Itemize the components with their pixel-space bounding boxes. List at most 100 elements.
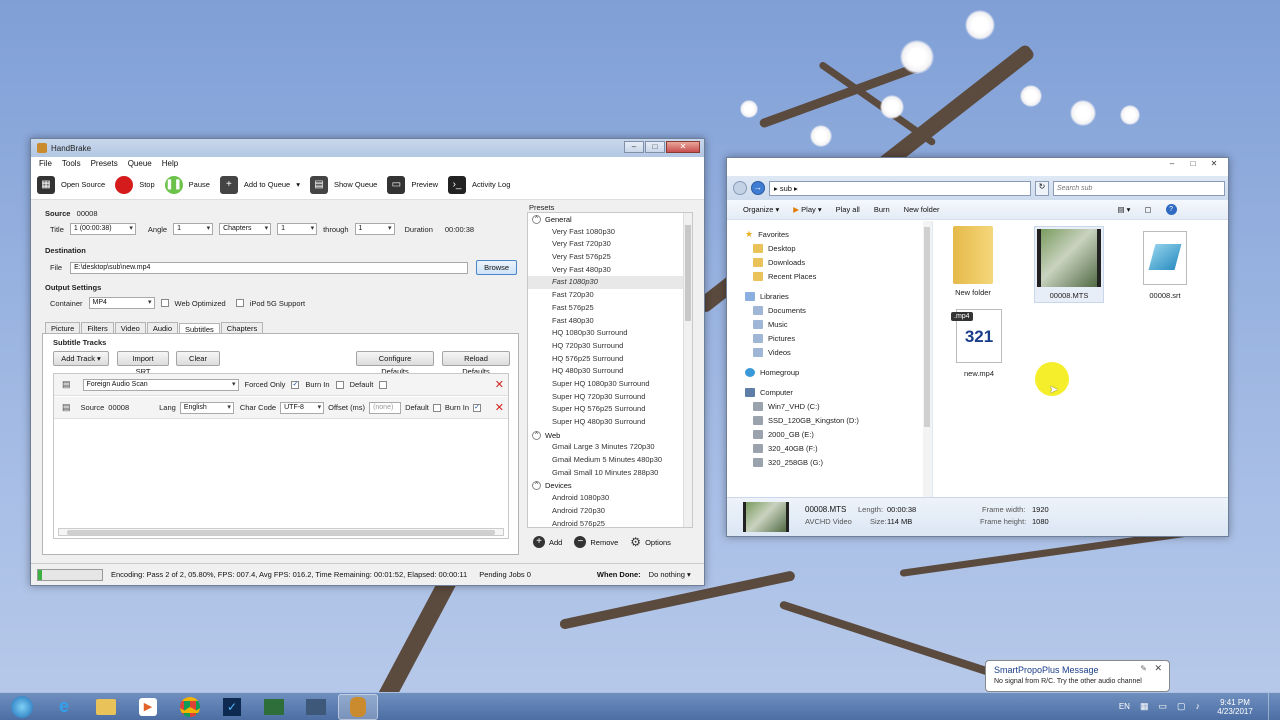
preset-item[interactable]: Fast 720p30	[528, 289, 692, 302]
preset-item[interactable]: Very Fast 480p30	[528, 264, 692, 277]
file-item[interactable]: New folder	[942, 226, 1004, 297]
default-checkbox[interactable]	[379, 380, 388, 389]
clock[interactable]: 9:41 PM 4/23/2017	[1210, 698, 1260, 716]
char-code-select[interactable]: UTF-8	[280, 401, 325, 414]
offset-input[interactable]: (none)	[369, 401, 402, 414]
nav-item[interactable]: Downloads	[745, 255, 932, 269]
nav-item[interactable]: 2000_GB (E:)	[745, 427, 932, 441]
new-folder-button[interactable]: New folder	[904, 205, 940, 214]
file-item[interactable]: 321 .mp4 new.mp4	[944, 309, 1014, 378]
nav-item[interactable]: 320_40GB (F:)	[745, 441, 932, 455]
preset-item[interactable]: Very Fast 1080p30	[528, 226, 692, 239]
taskbar-handbrake[interactable]	[338, 693, 378, 720]
forced-only-checkbox[interactable]: ✓	[291, 380, 300, 389]
burn-in-checkbox[interactable]	[335, 380, 344, 389]
remove-preset-label[interactable]: Remove	[590, 538, 618, 547]
show-desktop-button[interactable]	[1268, 692, 1280, 720]
track-source-select[interactable]: Foreign Audio Scan	[82, 378, 239, 391]
reload-defaults-button[interactable]: Reload Defaults	[442, 351, 510, 376]
maximize-button[interactable]: □	[645, 141, 665, 153]
range-mode-select[interactable]: Chapters	[219, 223, 272, 235]
nav-item[interactable]: Videos	[745, 345, 932, 359]
preset-item[interactable]: Android 720p30	[528, 505, 692, 518]
browse-button[interactable]: Browse	[476, 260, 518, 275]
handbrake-titlebar[interactable]: HandBrake – □ ✕	[31, 139, 704, 157]
pause-button[interactable]: ❚❚ Pause	[164, 175, 210, 194]
taskbar-chrome[interactable]	[170, 694, 210, 720]
preset-item[interactable]: HQ 720p30 Surround	[528, 340, 692, 353]
preset-item[interactable]: Very Fast 576p25	[528, 251, 692, 264]
menu-presets[interactable]: Presets	[91, 159, 118, 168]
preset-item[interactable]: HQ 1080p30 Surround	[528, 327, 692, 340]
preset-item[interactable]: Gmail Small 10 Minutes 288p30	[528, 467, 692, 480]
taskbar-explorer[interactable]	[86, 694, 126, 720]
nav-computer[interactable]: Computer	[745, 385, 932, 399]
nav-item[interactable]: Documents	[745, 303, 932, 317]
import-srt-button[interactable]: Import SRT	[117, 351, 169, 376]
search-input[interactable]	[1053, 180, 1225, 196]
back-icon[interactable]	[733, 181, 747, 195]
taskbar-app7[interactable]	[296, 694, 336, 720]
pin-icon[interactable]: ✎	[1140, 664, 1147, 673]
refresh-icon[interactable]: ↻	[1035, 180, 1049, 196]
preset-item[interactable]: Gmail Large 3 Minutes 720p30	[528, 441, 692, 454]
nav-item[interactable]: SSD_120GB_Kingston (D:)	[745, 413, 932, 427]
minimize-button[interactable]: –	[624, 141, 644, 153]
ipod-support-checkbox[interactable]	[235, 299, 244, 307]
remove-preset-icon[interactable]: −	[574, 536, 587, 548]
taskbar-app6[interactable]	[254, 694, 294, 720]
nav-item[interactable]: Win7_VHD (C:)	[745, 399, 932, 413]
menu-tools[interactable]: Tools	[62, 159, 81, 168]
destination-file-input[interactable]: E:\desktop\sub\new.mp4	[70, 261, 469, 274]
configure-defaults-button[interactable]: Configure Defaults	[356, 351, 434, 376]
track-row[interactable]: ▤ Foreign Audio Scan Forced Only ✓ Burn …	[54, 374, 508, 396]
presets-scrollbar[interactable]	[683, 213, 692, 527]
preset-group-general[interactable]: ^ General	[528, 213, 692, 226]
file-item[interactable]: 00008.MTS	[1034, 226, 1104, 303]
track-default-checkbox[interactable]	[432, 403, 441, 412]
display-icon[interactable]: ▢	[1177, 701, 1186, 712]
menu-queue[interactable]: Queue	[128, 159, 152, 168]
remove-track-icon[interactable]: ✕	[495, 378, 504, 391]
taskbar-media[interactable]: ▶	[128, 694, 168, 720]
add-to-queue-button[interactable]: + Add to Queue ▾	[219, 175, 300, 194]
when-done-select[interactable]: Do nothing ▾	[649, 570, 691, 579]
preset-item[interactable]: Very Fast 720p30	[528, 238, 692, 251]
lang-select[interactable]: English	[179, 401, 234, 414]
nav-libraries[interactable]: Libraries	[745, 289, 932, 303]
address-bar[interactable]: ▸ sub ▸	[769, 180, 1031, 196]
open-source-button[interactable]: ▦ Open Source	[37, 175, 105, 194]
add-track-button[interactable]: Add Track ▾	[53, 351, 109, 366]
add-preset-icon[interactable]: +	[533, 536, 545, 548]
preset-item[interactable]: Gmail Medium 5 Minutes 480p30	[528, 454, 692, 467]
volume-icon[interactable]: ♪	[1196, 701, 1201, 712]
play-all-button[interactable]: Play all	[836, 205, 860, 214]
minimize-button[interactable]: –	[1162, 159, 1182, 171]
nav-item[interactable]: 320_258GB (G:)	[745, 455, 932, 469]
gear-icon[interactable]: ⚙	[630, 535, 641, 549]
nav-scrollbar[interactable]	[923, 221, 932, 497]
help-icon[interactable]: ?	[1165, 204, 1177, 215]
nav-item[interactable]: Recent Places	[745, 269, 932, 283]
preset-group-web[interactable]: ^ Web	[528, 429, 692, 442]
nav-item[interactable]: Desktop	[745, 241, 932, 255]
file-item[interactable]: 00008.srt	[1130, 231, 1200, 300]
close-button[interactable]: ✕	[666, 141, 700, 153]
options-label[interactable]: Options	[645, 538, 671, 547]
preset-item[interactable]: Android 576p25	[528, 518, 692, 528]
range-start-select[interactable]: 1	[277, 223, 318, 235]
title-select[interactable]: 1 (00:00:38)	[69, 223, 136, 235]
action-center-icon[interactable]: ▦	[1140, 701, 1149, 712]
menu-file[interactable]: File	[39, 159, 52, 168]
preset-item[interactable]: Android 1080p30	[528, 492, 692, 505]
preset-item[interactable]: Super HQ 480p30 Surround	[528, 416, 692, 429]
preset-item[interactable]: Super HQ 576p25 Surround	[528, 403, 692, 416]
preset-item[interactable]: Fast 1080p30	[528, 276, 692, 290]
remove-track-icon[interactable]: ✕	[495, 401, 504, 414]
taskbar-app5[interactable]: ✓	[212, 694, 252, 720]
range-end-select[interactable]: 1	[354, 223, 395, 235]
menu-help[interactable]: Help	[162, 159, 178, 168]
organize-button[interactable]: Organize ▾	[743, 205, 779, 214]
start-button[interactable]	[0, 693, 44, 720]
angle-select[interactable]: 1	[173, 223, 214, 235]
